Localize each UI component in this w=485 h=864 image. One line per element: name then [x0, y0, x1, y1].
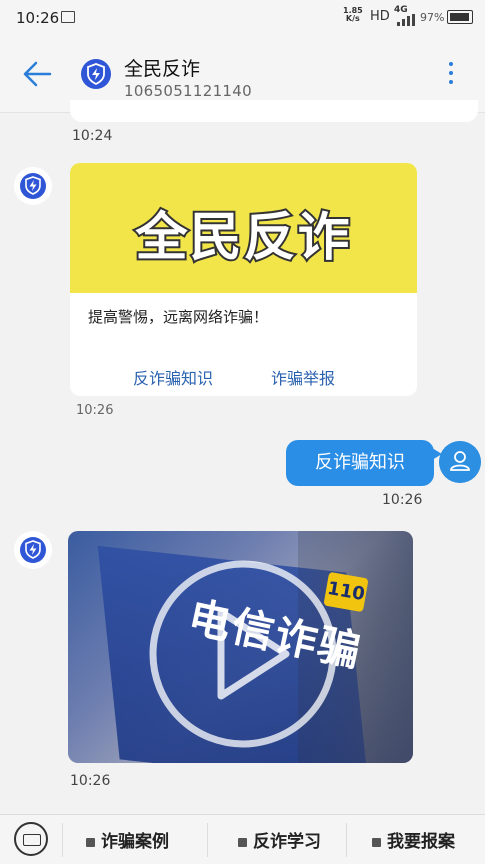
message-timestamp: 10:26	[382, 492, 423, 508]
menu-icon	[238, 837, 247, 847]
outgoing-message-bubble[interactable]: 反诈骗知识	[286, 440, 442, 486]
card-banner-title: 全民反诈	[133, 206, 352, 270]
menu-anti-fraud-learning[interactable]: 反诈学习	[238, 827, 321, 852]
card-banner: 全民反诈	[70, 163, 417, 293]
user-avatar-icon[interactable]	[439, 441, 481, 483]
bottom-menu-bar: 诈骗案例 反诈学习 我要报案	[0, 814, 485, 864]
back-arrow-icon[interactable]	[22, 60, 52, 88]
card-link-fraud-report[interactable]: 诈骗举报	[271, 365, 335, 389]
status-time: 10:26	[16, 9, 60, 27]
network-speed: 1.85 K/s	[343, 6, 363, 23]
sender-number: 1065051121140	[124, 82, 252, 100]
page-title: 全民反诈	[124, 58, 201, 80]
sender-avatar-icon[interactable]	[14, 167, 52, 205]
menu-report-case[interactable]: 我要报案	[372, 827, 455, 852]
sender-avatar-icon[interactable]	[14, 531, 52, 569]
hd-indicator: HD	[370, 9, 390, 24]
video-message[interactable]: 电信诈骗 110	[68, 531, 413, 763]
signal-icon	[397, 14, 415, 26]
menu-icon	[372, 837, 381, 847]
previous-message-bubble[interactable]	[70, 100, 478, 122]
card-description: 提高警惕，远离网络诈骗！	[88, 308, 269, 326]
menu-divider	[207, 823, 208, 857]
message-timestamp: 10:26	[76, 403, 114, 418]
keyboard-icon[interactable]	[14, 822, 48, 856]
menu-divider	[62, 823, 63, 857]
play-icon[interactable]	[146, 557, 340, 751]
message-timestamp: 10:26	[70, 773, 111, 789]
menu-divider	[346, 823, 347, 857]
more-options-icon[interactable]	[445, 62, 457, 92]
menu-icon	[86, 837, 95, 847]
message-timestamp: 10:24	[72, 128, 113, 144]
battery-percent: 97%	[420, 11, 445, 24]
image-notification-icon	[61, 11, 75, 23]
status-bar: 10:26 1.85 K/s HD 4G 97%	[0, 0, 485, 36]
card-link-anti-fraud-knowledge[interactable]: 反诈骗知识	[133, 365, 213, 389]
battery-icon	[447, 10, 473, 24]
rich-card-message[interactable]: 全民反诈 提高警惕，远离网络诈骗！ 反诈骗知识 诈骗举报	[70, 163, 417, 396]
menu-fraud-cases[interactable]: 诈骗案例	[86, 827, 169, 852]
sender-shield-avatar-icon[interactable]	[80, 58, 112, 90]
